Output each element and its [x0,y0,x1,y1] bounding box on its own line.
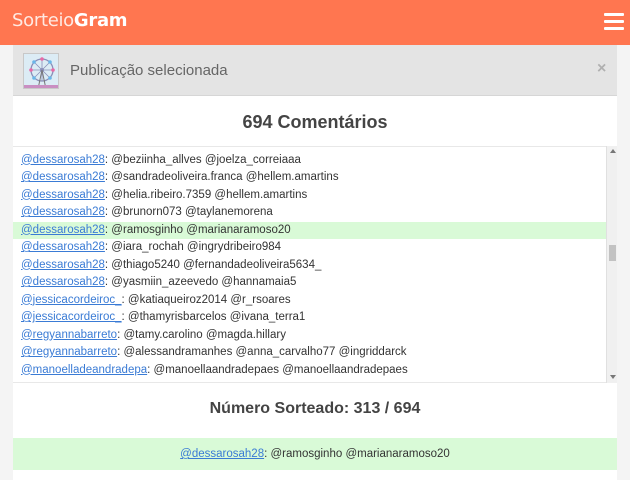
comment-username-link[interactable]: @regyannabarreto [21,329,117,341]
hamburger-menu-icon[interactable] [604,13,624,31]
comment-username-link[interactable]: @dessarosah28 [21,171,105,183]
comment-username-link[interactable]: @dessarosah28 [21,259,105,271]
comment-text: : @helia.ribeiro.7359 @hellem.amartins [104,188,308,201]
comment-text: : @thamyrisbarcelos @ivana_terra1 [121,311,306,323]
comment-text: : @katiaqueiroz2014 @r_rsoares [121,293,291,306]
winner-comment: @dessarosah28: @ramosginho @marianaramos… [13,438,617,470]
comment-row: @manoelladeandradepa: @manoellaandradepa… [13,362,606,380]
comment-row: @jessicacordeiroc_: @thamyrisbarcelos @i… [13,309,606,327]
comment-text: : @alessandramanhes @anna_carvalho77 @in… [117,346,407,358]
comment-text: : @beziinha_allves @joelza_correiaaa [104,153,301,166]
comment-row: @dessarosah28: @yasmiin_azeevedo @hannam… [13,274,606,292]
comment-text: : @tamy.carolino @magda.hillary [117,328,286,341]
selected-post-title: Publicação selecionada [70,62,228,79]
scrollbar-thumb[interactable] [609,245,616,261]
comments-count-title: 694 Comentários [242,112,388,132]
brand-logo-light: Sorteio [12,10,74,31]
comment-username-link[interactable]: @dessarosah28 [21,189,105,201]
comment-row: @dessarosah28: @helia.ribeiro.7359 @hell… [13,187,606,205]
comment-username-link[interactable]: @dessarosah28 [21,206,105,218]
scroll-down-arrow-icon[interactable] [610,375,616,379]
comment-text: : @sandradeoliveira.franca @hellem.amart… [104,171,339,183]
comment-username-link[interactable]: @manoelladeandradepa [21,364,147,376]
comment-row: @dessarosah28: @iara_rochah @ingrydribei… [13,239,606,257]
ferris-wheel-icon [24,54,58,88]
comment-row: @jessicacordeiroc_: @katiaqueiroz2014 @r… [13,292,606,310]
winner-comment-text: : @ramosginho @marianaramoso20 [264,448,450,460]
comment-text: : @brunorn073 @taylanemorena [104,206,273,218]
comment-row: @dessarosah28: @brunorn073 @taylanemoren… [13,204,606,222]
comments-scrollbar[interactable] [606,146,617,383]
comment-row: @dessarosah28: @ramosginho @marianaramos… [13,221,606,239]
drawn-number-title: Número Sorteado: 313 / 694 [209,400,421,417]
comment-username-link[interactable]: @dessarosah28 [21,154,105,166]
page-gutter-right [617,45,630,480]
comment-text: : @yasmiin_azeevedo @hannamaia5 [104,276,297,288]
comment-row: @regyannabarreto: @alessandramanhes @ann… [13,344,606,362]
comment-row: @regyannabarreto: @tamy.carolino @magda.… [13,327,606,345]
comment-username-link[interactable]: @jessicacordeiroc_ [21,294,122,306]
scroll-up-arrow-icon[interactable] [610,149,616,153]
selected-post-header: Publicação selecionada × [13,45,617,96]
comment-text: : @ramosginho @marianaramoso20 [104,223,291,236]
comment-text: : @thiago5240 @fernandadeoliveira5634_ [104,258,322,271]
comment-username-link[interactable]: @dessarosah28 [21,276,105,288]
comments-list[interactable]: @dessarosah28: @beziinha_allves @joelza_… [13,146,617,383]
top-navbar: SorteioGram [0,0,630,45]
comment-row: @dessarosah28: @sandradeoliveira.franca … [13,169,606,187]
brand-logo[interactable]: SorteioGram [12,10,128,31]
comment-username-link[interactable]: @dessarosah28 [21,224,105,236]
comment-row: @dessarosah28: @thiago5240 @fernandadeol… [13,257,606,275]
comment-username-link[interactable]: @jessicacordeiroc_ [21,311,122,323]
comment-username-link[interactable]: @regyannabarreto [21,346,117,358]
page-gutter-left [0,45,13,480]
winner-username-link[interactable]: @dessarosah28 [180,448,264,460]
comment-text: : @iara_rochah @ingrydribeiro984 [104,241,282,253]
comment-username-link[interactable]: @dessarosah28 [21,241,105,253]
comment-row: @dessarosah28: @beziinha_allves @joelza_… [13,152,606,170]
close-icon[interactable]: × [597,60,606,78]
comment-text: : @manoellaandradepaes @manoellaandradep… [147,363,408,376]
brand-logo-bold: Gram [73,10,128,31]
post-thumbnail [23,53,59,89]
